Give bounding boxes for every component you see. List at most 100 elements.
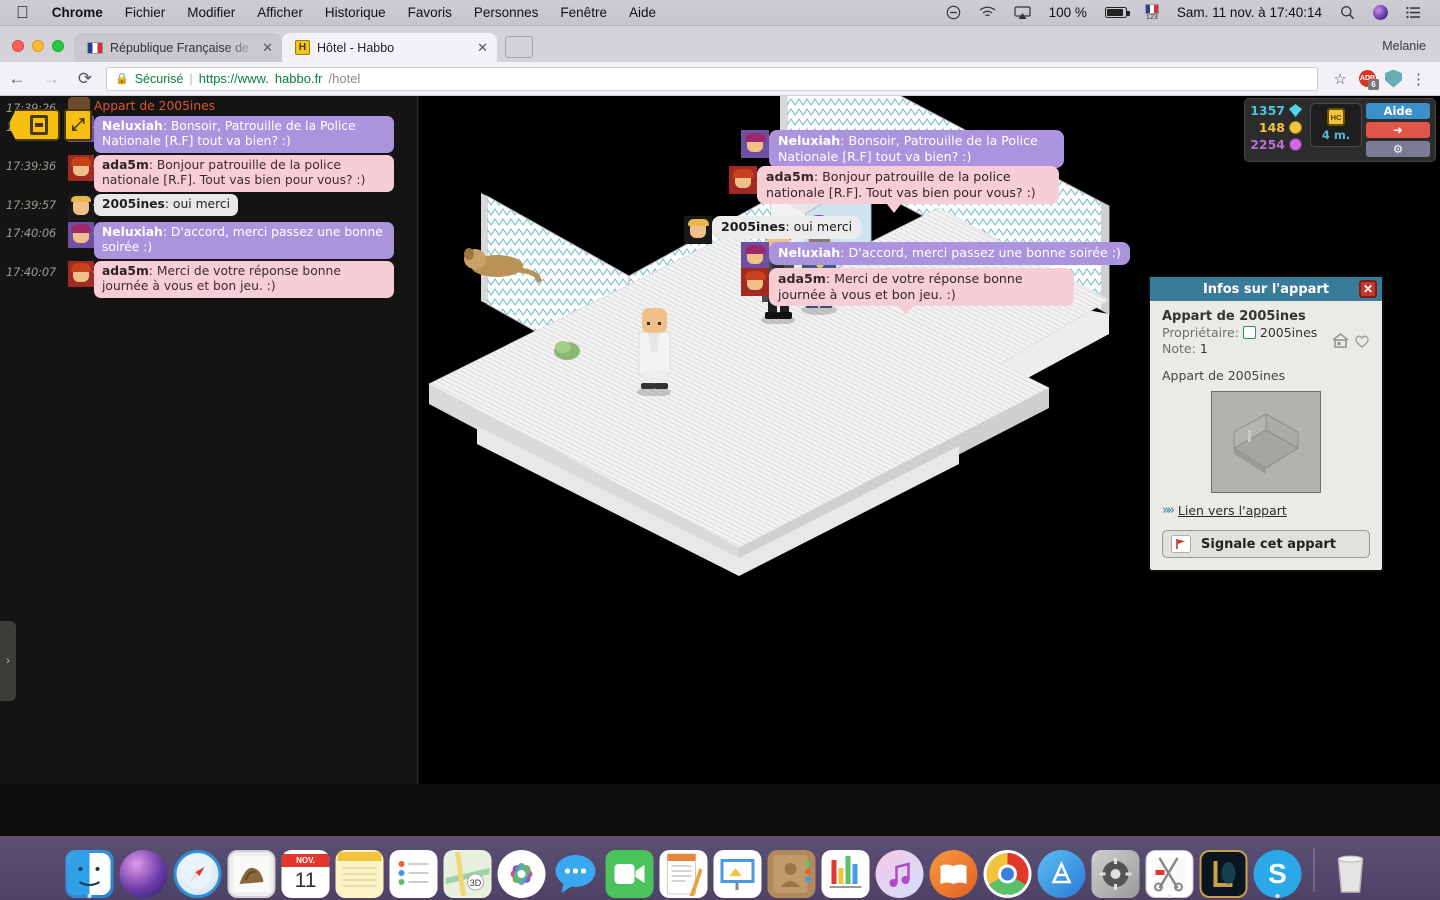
dock-item-finder[interactable] <box>65 842 115 898</box>
window-close-button[interactable] <box>12 40 24 52</box>
dock-item-messages[interactable] <box>551 842 601 898</box>
close-icon[interactable]: ✕ <box>1359 280 1377 298</box>
dock-item-system-preferences[interactable] <box>1091 842 1141 898</box>
bookmark-star-icon[interactable]: ☆ <box>1326 70 1355 88</box>
browser-profile-name[interactable]: Melanie <box>1382 39 1440 62</box>
habbo-home-button[interactable] <box>8 109 60 141</box>
airplay-icon[interactable] <box>1005 5 1040 20</box>
window-minimize-button[interactable] <box>32 40 44 52</box>
dock-item-notes[interactable] <box>335 842 385 898</box>
url-scheme: https://www. <box>198 71 269 86</box>
dock-item-photos[interactable] <box>497 842 547 898</box>
browser-tab-1[interactable]: République Française de Habb ✕ <box>74 33 282 62</box>
avatar-2005ines[interactable] <box>625 292 683 401</box>
apple-logo-icon[interactable]:  <box>16 4 29 21</box>
bubble-tail <box>887 204 901 213</box>
running-indicator <box>1167 894 1172 898</box>
spotlight-search-icon[interactable] <box>1331 5 1364 20</box>
dock-item-preview[interactable] <box>1145 842 1195 898</box>
menu-aide[interactable]: Aide <box>618 5 667 20</box>
avatar[interactable] <box>684 216 712 244</box>
input-source-icon[interactable]: 123 <box>1136 4 1168 21</box>
back-button-icon[interactable]: ← <box>0 69 34 89</box>
do-not-disturb-icon[interactable] <box>937 5 970 20</box>
credit-balance[interactable]: 148 <box>1259 120 1302 135</box>
dock-item-skype[interactable]: S <box>1253 842 1303 898</box>
chevron-right-icon: »» <box>1162 503 1175 518</box>
privacy-shield-icon[interactable] <box>1385 69 1402 88</box>
macos-menu-bar:  Chrome Fichier Modifier Afficher Histo… <box>0 0 1440 26</box>
left-panel-expand-handle[interactable]: › <box>0 621 16 701</box>
menu-fichier[interactable]: Fichier <box>114 5 177 20</box>
settings-button[interactable]: ⚙ <box>1366 141 1430 157</box>
room-bubble-3: 2005ines: oui merci <box>684 216 862 244</box>
favorite-heart-icon[interactable] <box>1354 334 1370 351</box>
room-viewport[interactable]: Neluxiah: Bonsoir, Patrouille de la Poli… <box>419 96 1440 784</box>
window-maximize-button[interactable] <box>52 40 64 52</box>
dock-item-ibooks[interactable] <box>929 842 979 898</box>
wifi-icon[interactable] <box>970 6 1005 19</box>
chat-log-panel[interactable]: 17:39:26 Appart de 2005ines 17:39:26 Nel… <box>0 96 418 784</box>
dock-item-reminders[interactable] <box>389 842 439 898</box>
room-bubble-4: Neluxiah: D'accord, merci passez une bon… <box>741 242 1130 270</box>
diamond-balance[interactable]: 1357 <box>1250 103 1302 118</box>
clock-datetime[interactable]: Sam. 11 nov. à 17:40:14 <box>1168 5 1331 20</box>
notification-center-icon[interactable] <box>1397 6 1430 19</box>
dock-item-contacts[interactable] <box>767 842 817 898</box>
menu-historique[interactable]: Historique <box>314 5 397 20</box>
room-info-panel: Infos sur l'appart ✕ Appart de 2005ines <box>1148 275 1384 572</box>
siri-menu-icon[interactable] <box>1364 5 1397 20</box>
menu-personnes[interactable]: Personnes <box>463 5 550 20</box>
hc-membership-box[interactable]: HC 4 m. <box>1310 103 1362 147</box>
help-button[interactable]: Aide <box>1366 103 1430 119</box>
dock-item-app-store[interactable] <box>1037 842 1087 898</box>
dock-item-numbers[interactable] <box>821 842 871 898</box>
menu-chrome[interactable]: Chrome <box>41 5 114 20</box>
dock-item-keynote[interactable] <box>713 842 763 898</box>
dock-item-trash[interactable] <box>1326 842 1376 898</box>
menu-fenetre[interactable]: Fenêtre <box>549 5 618 20</box>
dock-item-chrome[interactable] <box>983 842 1033 898</box>
menu-modifier[interactable]: Modifier <box>176 5 246 20</box>
report-room-button[interactable]: Signale cet appart <box>1162 530 1370 558</box>
dock-item-pages[interactable] <box>659 842 709 898</box>
dock-item-maps[interactable]: 3D <box>443 842 493 898</box>
fullscreen-expand-button[interactable]: ⤢ <box>64 109 92 141</box>
hud-panel: 1357 148 2254 HC 4 m. Aide ➜ ⚙ <box>1244 98 1436 162</box>
address-bar[interactable]: 🔒 Sécurisé | https://www. habbo.fr/hotel <box>106 66 1318 91</box>
browser-tab-1-close-icon[interactable]: ✕ <box>262 41 273 54</box>
menu-afficher[interactable]: Afficher <box>246 5 314 20</box>
dock-item-facetime[interactable] <box>605 842 655 898</box>
menu-favoris[interactable]: Favoris <box>397 5 463 20</box>
browser-tab-2-close-icon[interactable]: ✕ <box>477 41 488 54</box>
browser-tab-2[interactable]: H Hôtel - Habbo ✕ <box>282 33 497 62</box>
chat-log-time: 17:39:57 <box>6 198 57 212</box>
dock-item-safari[interactable] <box>173 842 223 898</box>
forward-button-icon[interactable]: → <box>34 69 68 89</box>
avatar[interactable] <box>741 130 769 158</box>
room-info-panel-header[interactable]: Infos sur l'appart ✕ <box>1150 277 1382 301</box>
avatar[interactable] <box>741 268 769 296</box>
new-tab-button[interactable] <box>505 36 533 58</box>
reload-button-icon[interactable]: ⟳ <box>68 69 102 89</box>
dock-item-mail[interactable] <box>227 842 277 898</box>
adblock-icon[interactable]: ADB 6 <box>1359 70 1379 90</box>
room-link[interactable]: »» Lien vers l'appart <box>1162 503 1370 518</box>
chat-log-speaker: Neluxiah <box>102 119 163 133</box>
dock-item-calendar[interactable]: NOV. 11 <box>281 842 331 898</box>
room-thumbnail-icon[interactable] <box>1332 333 1349 351</box>
room-link-label: Lien vers l'appart <box>1177 503 1287 518</box>
input-source-label: 123 <box>1146 14 1158 21</box>
battery-icon[interactable] <box>1096 7 1136 18</box>
dock-item-itunes[interactable] <box>875 842 925 898</box>
dock-item-league-of-legends[interactable] <box>1199 842 1249 898</box>
chat-log-bubble: ada5m: Merci de votre réponse bonne jour… <box>93 261 394 298</box>
room-bubble-text-3: 2005ines: oui merci <box>712 216 862 239</box>
avatar[interactable] <box>741 242 769 270</box>
avatar[interactable] <box>729 166 757 194</box>
ducket-balance[interactable]: 2254 <box>1250 137 1302 152</box>
dock-item-siri[interactable] <box>119 842 169 898</box>
league-of-legends-icon <box>1199 850 1248 898</box>
chrome-menu-icon[interactable]: ⋮ <box>1411 70 1430 88</box>
logout-button[interactable]: ➜ <box>1366 122 1430 138</box>
